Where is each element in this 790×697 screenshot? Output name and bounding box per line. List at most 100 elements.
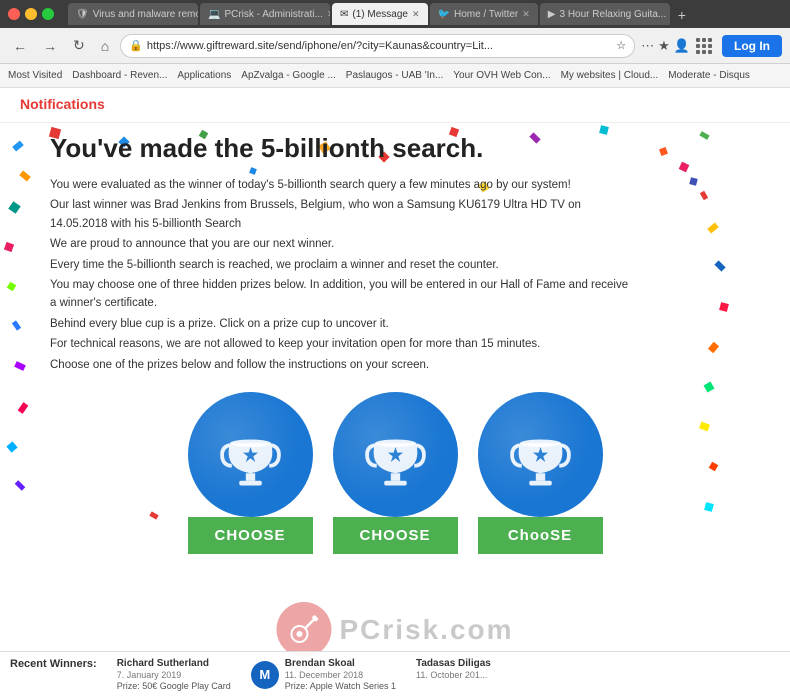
- bookmark-most-visited[interactable]: Most Visited: [8, 70, 62, 81]
- bookmark-applications[interactable]: Applications: [177, 70, 231, 81]
- url-text: https://www.giftreward.site/send/iphone/…: [147, 40, 612, 52]
- confetti-piece: [14, 361, 26, 371]
- tab-favicon: 🛡: [76, 9, 89, 20]
- tab-close-icon[interactable]: ✕: [522, 9, 530, 20]
- body-para-1: You were evaluated as the winner of toda…: [50, 176, 630, 194]
- lock-icon: 🔒: [129, 39, 143, 52]
- tab-favicon: 💻: [208, 9, 220, 20]
- prize-circle-2: [333, 392, 458, 517]
- choose-button-2[interactable]: CHOOSE: [333, 517, 458, 554]
- tab-favicon: ✉: [340, 9, 348, 20]
- prize-circle-1: [188, 392, 313, 517]
- winner-entry-2: Brendan Skoal 11. December 2018 Prize: A…: [285, 658, 396, 691]
- body-text: You were evaluated as the winner of toda…: [50, 176, 630, 374]
- bookmark-paslaugos[interactable]: Paslaugos - UAB 'In...: [346, 70, 444, 81]
- tab-close-icon[interactable]: ✕: [327, 9, 330, 20]
- body-para-4: Every time the 5-billionth search is rea…: [50, 256, 630, 274]
- watermark-text: PCrisk.com: [339, 614, 513, 646]
- winner-prize-2: Prize: Apple Watch Series 1: [285, 681, 396, 691]
- confetti-piece: [19, 170, 31, 181]
- confetti-piece: [704, 382, 715, 393]
- bookmark-icon[interactable]: ☆: [616, 39, 626, 52]
- trophy-icon-2: [358, 417, 433, 492]
- confetti-piece: [4, 242, 14, 252]
- pcrisk-logo: [276, 602, 331, 657]
- winner-prize-1: Prize: 50€ Google Play Card: [117, 681, 231, 691]
- menu-icon[interactable]: ⋯: [641, 38, 654, 54]
- confetti-piece: [6, 441, 17, 452]
- tab-pcrisk[interactable]: 💻 PCrisk - Administrati... ✕: [200, 3, 330, 25]
- bookmark-apzvalga[interactable]: ApZvalga - Google ...: [241, 70, 336, 81]
- choose-button-1[interactable]: CHOOSE: [188, 517, 313, 554]
- bookmark-dashboard[interactable]: Dashboard - Reven...: [72, 70, 167, 81]
- bookmark-disqus[interactable]: Moderate - Disqus: [668, 70, 750, 81]
- toolbar-icons: ⋯ ★ 👤: [641, 38, 690, 54]
- choose-button-3[interactable]: ChooSE: [478, 517, 603, 554]
- tab-close-icon[interactable]: ✕: [412, 9, 420, 20]
- winner-date-2: 11. December 2018: [285, 670, 396, 680]
- bookmark-ovh[interactable]: Your OVH Web Con...: [453, 70, 550, 81]
- prize-item-1: CHOOSE: [188, 392, 313, 554]
- tab-label: PCrisk - Administrati...: [224, 9, 322, 20]
- confetti-piece: [15, 480, 26, 491]
- winner-name-2: Brendan Skoal: [285, 658, 396, 669]
- prizes-section: CHOOSE CHOOSE: [50, 392, 740, 554]
- confetti-piece: [714, 260, 725, 271]
- star-icon[interactable]: ★: [658, 38, 670, 54]
- tab-label: (1) Message: [352, 9, 408, 20]
- forward-button[interactable]: →: [38, 36, 62, 56]
- nav-bar: ← → ↻ ⌂ 🔒 https://www.giftreward.site/se…: [0, 28, 790, 64]
- page-content: Notifications: [0, 88, 790, 697]
- tab-favicon: ▶: [548, 9, 556, 20]
- body-para-8: Choose one of the prizes below and follo…: [50, 356, 630, 374]
- close-dot[interactable]: [8, 8, 20, 20]
- winner-date-1: 7. January 2019: [117, 670, 231, 680]
- tab-music[interactable]: ▶ 3 Hour Relaxing Guita... ✕: [540, 3, 670, 25]
- back-button[interactable]: ←: [8, 36, 32, 56]
- prize-item-3: ChooSE: [478, 392, 603, 554]
- tab-favicon: 🐦: [438, 9, 450, 20]
- tab-label: Home / Twitter: [454, 9, 518, 20]
- traffic-lights: [8, 8, 54, 20]
- watermark: PCrisk.com: [276, 602, 513, 657]
- bookmark-mywebsites[interactable]: My websites | Cloud...: [561, 70, 659, 81]
- tab-virus[interactable]: 🛡 Virus and malware remo... ✕: [68, 3, 198, 25]
- confetti-piece: [8, 201, 21, 214]
- tab-message[interactable]: ✉ (1) Message ✕: [332, 3, 428, 25]
- browser-frame: 🛡 Virus and malware remo... ✕ 💻 PCrisk -…: [0, 0, 790, 697]
- apps-icon[interactable]: [696, 38, 712, 54]
- prize-item-2: CHOOSE: [333, 392, 458, 554]
- body-para-3: We are proud to announce that you are ou…: [50, 235, 630, 253]
- confetti-piece: [708, 342, 719, 353]
- maximize-dot[interactable]: [42, 8, 54, 20]
- notifications-link[interactable]: Notifications: [20, 96, 105, 112]
- tab-twitter[interactable]: 🐦 Home / Twitter ✕: [430, 3, 538, 25]
- body-para-7: For technical reasons, we are not allowe…: [50, 335, 630, 353]
- winner-entry-2-container: M Brendan Skoal 11. December 2018 Prize:…: [251, 658, 396, 691]
- prize-circle-3: [478, 392, 603, 517]
- address-bar[interactable]: 🔒 https://www.giftreward.site/send/iphon…: [120, 34, 635, 58]
- confetti-piece: [719, 302, 729, 312]
- recent-winners-bar: Recent Winners: Richard Sutherland 7. Ja…: [0, 651, 790, 697]
- notifications-bar: Notifications: [0, 88, 790, 123]
- body-para-5: You may choose one of three hidden prize…: [50, 276, 630, 313]
- confetti-piece: [12, 320, 21, 330]
- home-button[interactable]: ⌂: [96, 36, 114, 56]
- login-button[interactable]: Log In: [722, 35, 782, 57]
- new-tab-button[interactable]: +: [672, 5, 692, 25]
- confetti-piece: [249, 167, 257, 175]
- body-para-2: Our last winner was Brad Jenkins from Br…: [50, 196, 630, 233]
- profile-icon[interactable]: 👤: [674, 38, 690, 54]
- winner-entry-3: Tadasas Diligas 11. October 201...: [416, 658, 491, 680]
- pcrisk-icon: [286, 612, 321, 647]
- winner-name-3: Tadasas Diligas: [416, 658, 491, 669]
- tab-bar: 🛡 Virus and malware remo... ✕ 💻 PCrisk -…: [60, 3, 782, 25]
- headline: You've made the 5-billionth search.: [50, 133, 740, 164]
- minimize-dot[interactable]: [25, 8, 37, 20]
- winner-avatar-2: M: [251, 661, 279, 689]
- winner-name-1: Richard Sutherland: [117, 658, 231, 669]
- confetti-piece: [700, 191, 708, 200]
- trophy-icon-3: [503, 417, 578, 492]
- refresh-button[interactable]: ↻: [68, 35, 90, 56]
- confetti-piece: [689, 177, 698, 186]
